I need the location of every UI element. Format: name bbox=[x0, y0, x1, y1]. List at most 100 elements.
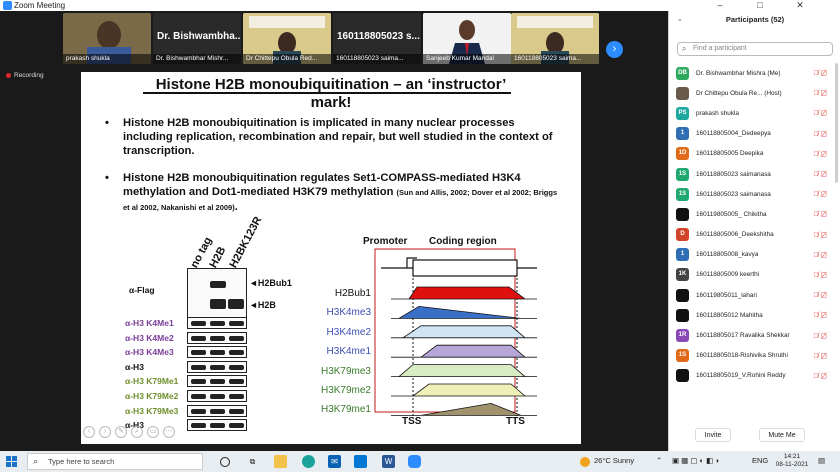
taskbar-search-input[interactable]: ⌕ Type here to search bbox=[27, 453, 203, 470]
mic-video-muted-icons: 🎙̸ ▢̸ bbox=[813, 231, 827, 239]
word-icon[interactable]: W bbox=[382, 455, 395, 468]
participant-list: DB Dr. Bishwambhar Mishra (Me) 🎙̸ ▢̸ Dr Chi… bbox=[669, 63, 840, 386]
slides-icon[interactable]: ▭ bbox=[147, 426, 159, 438]
mic-video-muted-icons: 🎙̸ ▢̸ bbox=[813, 211, 827, 219]
window-title: Zoom Meeting bbox=[14, 1, 66, 10]
mic-video-muted-icons: 🎙̸ ▢̸ bbox=[813, 292, 827, 300]
cortana-icon[interactable] bbox=[220, 457, 230, 467]
tss-label: TSS bbox=[402, 416, 422, 427]
participant-row[interactable]: Dr Chittepu Obula Re... (Host) 🎙̸ ▢̸ bbox=[669, 83, 840, 103]
mic-video-muted-icons: 🎙̸ ▢̸ bbox=[813, 130, 827, 138]
windows-taskbar: ⌕ Type here to search ⧉ ✉ W 26°C Sunny ⌃… bbox=[0, 451, 840, 472]
next-videos-chevron-icon[interactable]: › bbox=[606, 41, 623, 58]
notifications-icon[interactable]: ▤ bbox=[818, 456, 825, 465]
participant-row[interactable]: PS prakash shukla 🎙̸ ▢̸ bbox=[669, 103, 840, 123]
video-tile[interactable]: Dr Chittepu Obula Red... bbox=[243, 13, 331, 64]
title-bar: Zoom Meeting – □ ✕ bbox=[0, 0, 840, 11]
windows-start-icon[interactable] bbox=[6, 456, 17, 467]
participant-name: 160118805017 Ravalika Shekkar bbox=[696, 332, 790, 340]
mute-me-button[interactable]: Mute Me bbox=[759, 428, 805, 442]
mail-icon[interactable]: ✉ bbox=[328, 455, 341, 468]
mic-video-muted-icons: 🎙̸ ▢̸ bbox=[813, 251, 827, 259]
track-label: H3K79me1 bbox=[320, 404, 371, 416]
avatar bbox=[676, 308, 689, 322]
participant-row[interactable]: 1S 160118805023 saimanasa 🎙̸ ▢̸ bbox=[669, 184, 840, 204]
track-label: H3K4me1 bbox=[326, 346, 371, 358]
participant-row[interactable]: 160119805011_lahari 🎙̸ ▢̸ bbox=[669, 285, 840, 305]
record-dot-icon bbox=[6, 73, 11, 78]
participant-row[interactable]: 160118805012 Mahitha 🎙̸ ▢̸ bbox=[669, 305, 840, 325]
search-icon: ⌕ bbox=[682, 44, 687, 53]
video-tile[interactable]: Sanjeeb Kumar Mandal bbox=[423, 13, 511, 64]
participant-row[interactable]: 1R 160118805017 Ravalika Shekkar 🎙̸ ▢̸ bbox=[669, 325, 840, 345]
avatar: D bbox=[676, 228, 689, 242]
maximize-button[interactable]: □ bbox=[740, 0, 780, 11]
avatar: 1K bbox=[676, 268, 689, 282]
participant-name: 160118805005 Deepika bbox=[696, 150, 764, 158]
participant-row[interactable]: 1 160118805008_kavya 🎙̸ ▢̸ bbox=[669, 245, 840, 265]
video-tile-bigname: Dr. Bishwambha... bbox=[157, 31, 241, 42]
participant-name: prakash shukla bbox=[696, 109, 739, 117]
video-tile[interactable]: Dr. Bishwambha... Dr. Bishwambhar Mishr.… bbox=[153, 13, 241, 64]
participants-title: Participants (52) bbox=[725, 15, 785, 24]
video-tile[interactable]: prakash shukla bbox=[63, 13, 151, 64]
participant-row[interactable]: 1D 160118805005 Deepika 🎙̸ ▢̸ bbox=[669, 144, 840, 164]
edge-icon[interactable] bbox=[302, 455, 315, 468]
minimize-button[interactable]: – bbox=[700, 0, 740, 11]
mic-video-muted-icons: 🎙̸ ▢̸ bbox=[813, 150, 827, 158]
find-participant-placeholder: Find a participant bbox=[693, 45, 747, 52]
recording-indicator[interactable]: Recording bbox=[6, 72, 44, 79]
tray-chevron-icon[interactable]: ⌃ bbox=[656, 456, 662, 465]
video-tile-name: 160118805023 saima... bbox=[511, 54, 599, 64]
mic-video-muted-icons: 🎙̸ ▢̸ bbox=[813, 191, 827, 199]
prev-slide-icon[interactable]: ‹ bbox=[83, 426, 95, 438]
track-label: H3K79me3 bbox=[320, 365, 371, 377]
participant-name: 160118805004_Dedeepya bbox=[696, 130, 771, 138]
participant-name: 160118805023 saimanasa bbox=[696, 190, 771, 198]
participant-row[interactable]: 160119805005_ Chikitha 🎙̸ ▢̸ bbox=[669, 204, 840, 224]
language-indicator[interactable]: ENG bbox=[752, 456, 768, 465]
tray-app-icons[interactable]: ▣ ▦ ▢ ◐ ◧ ◗ bbox=[672, 456, 720, 465]
mic-video-muted-icons: 🎙̸ ▢̸ bbox=[813, 110, 827, 118]
avatar: 1R bbox=[676, 329, 689, 343]
more-icon[interactable]: ⋯ bbox=[163, 426, 175, 438]
video-tile[interactable]: 160118805023 saima... bbox=[511, 13, 599, 64]
participant-row[interactable]: DB Dr. Bishwambhar Mishra (Me) 🎙̸ ▢̸ bbox=[669, 63, 840, 83]
avatar: DB bbox=[676, 66, 689, 80]
taskbar-clock[interactable]: 14:21 08-11-2021 bbox=[772, 453, 812, 469]
video-tile[interactable]: 160118805023 s... 160118805023 saima... bbox=[333, 13, 421, 64]
avatar: 1D bbox=[676, 147, 689, 161]
zoom-taskbar-icon[interactable] bbox=[408, 455, 421, 468]
participant-name: 160118805023 saimanasa bbox=[696, 170, 771, 178]
avatar: 1S bbox=[676, 187, 689, 201]
participant-row[interactable]: D 160118805006_Deekshitha 🎙̸ ▢̸ bbox=[669, 225, 840, 245]
store-icon[interactable] bbox=[354, 455, 367, 468]
weather-text[interactable]: 26°C Sunny bbox=[594, 456, 634, 465]
participant-name: 160118805009 keerthi bbox=[696, 271, 760, 279]
file-explorer-icon[interactable] bbox=[274, 455, 287, 468]
mic-video-muted-icons: 🎙̸ ▢̸ bbox=[813, 372, 827, 380]
mic-video-muted-icons: 🎙̸ ▢̸ bbox=[813, 90, 827, 98]
participant-list-scrollbar[interactable] bbox=[835, 63, 838, 183]
participants-footer: Invite Mute Me bbox=[669, 428, 840, 442]
participant-name: 160119805011_lahari bbox=[696, 291, 757, 299]
mic-video-muted-icons: 🎙̸ ▢̸ bbox=[813, 70, 827, 78]
search-icon[interactable]: ⌕ bbox=[131, 426, 143, 438]
task-view-icon[interactable]: ⧉ bbox=[246, 455, 259, 468]
participants-panel: ⌄ Participants (52) ⌕ Find a participant… bbox=[668, 11, 840, 451]
invite-button[interactable]: Invite bbox=[695, 428, 731, 442]
participant-row[interactable]: 160118805019_V.Rohini Reddy 🎙̸ ▢̸ bbox=[669, 366, 840, 386]
track-label: H3K79me2 bbox=[320, 385, 371, 396]
avatar: 1 bbox=[676, 127, 689, 141]
participant-row[interactable]: 1S 160118805018-Rishivika Shruthi 🎙̸ ▢̸ bbox=[669, 346, 840, 366]
close-button[interactable]: ✕ bbox=[780, 0, 820, 11]
participant-row[interactable]: 1K 160118805009 keerthi 🎙̸ ▢̸ bbox=[669, 265, 840, 285]
avatar bbox=[676, 86, 689, 100]
pen-icon[interactable]: ✎ bbox=[115, 426, 127, 438]
find-participant-input[interactable]: ⌕ Find a participant bbox=[677, 42, 833, 56]
participant-row[interactable]: 1S 160118805023 saimanasa 🎙̸ ▢̸ bbox=[669, 164, 840, 184]
participant-name: 160119805005_ Chikitha bbox=[696, 210, 767, 218]
next-slide-icon[interactable]: › bbox=[99, 426, 111, 438]
participant-row[interactable]: 1 160118805004_Dedeepya 🎙̸ ▢̸ bbox=[669, 124, 840, 144]
video-tile-name: 160118805023 saima... bbox=[333, 54, 421, 64]
